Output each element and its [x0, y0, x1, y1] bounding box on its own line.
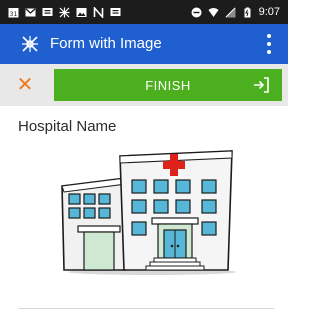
status-bar: 31 9:07: [0, 0, 288, 24]
more-vert-icon[interactable]: [266, 34, 272, 54]
question-label: Hospital Name: [18, 118, 117, 135]
n-icon: [93, 6, 104, 18]
finish-button[interactable]: FINISH: [54, 69, 282, 101]
signal-icon: [225, 7, 236, 17]
gmail-icon: [25, 8, 36, 16]
exit-arrow-icon: [254, 77, 269, 93]
form-action-row: ✕ FINISH: [0, 64, 288, 106]
message-icon: [42, 7, 53, 16]
system-icons: 9:07: [191, 6, 280, 18]
battery-icon: [244, 7, 251, 17]
wifi-icon: [208, 7, 219, 17]
form-app-icon: [22, 36, 38, 52]
app-icon: [59, 7, 70, 17]
message-icon: [110, 7, 121, 16]
svg-text:31: 31: [10, 11, 18, 18]
do-not-disturb-icon: [191, 7, 202, 17]
notification-icons: 31: [8, 6, 121, 18]
answer-field-underline[interactable]: [18, 308, 274, 309]
app-bar: Form with Image: [0, 24, 288, 64]
calendar-icon: 31: [8, 7, 19, 18]
finish-button-label: FINISH: [145, 77, 191, 93]
hospital-icon: [61, 150, 236, 275]
gallery-icon: [76, 7, 87, 17]
app-title: Form with Image: [50, 35, 162, 52]
close-icon[interactable]: ✕: [14, 74, 36, 96]
status-time: 9:07: [258, 6, 280, 18]
